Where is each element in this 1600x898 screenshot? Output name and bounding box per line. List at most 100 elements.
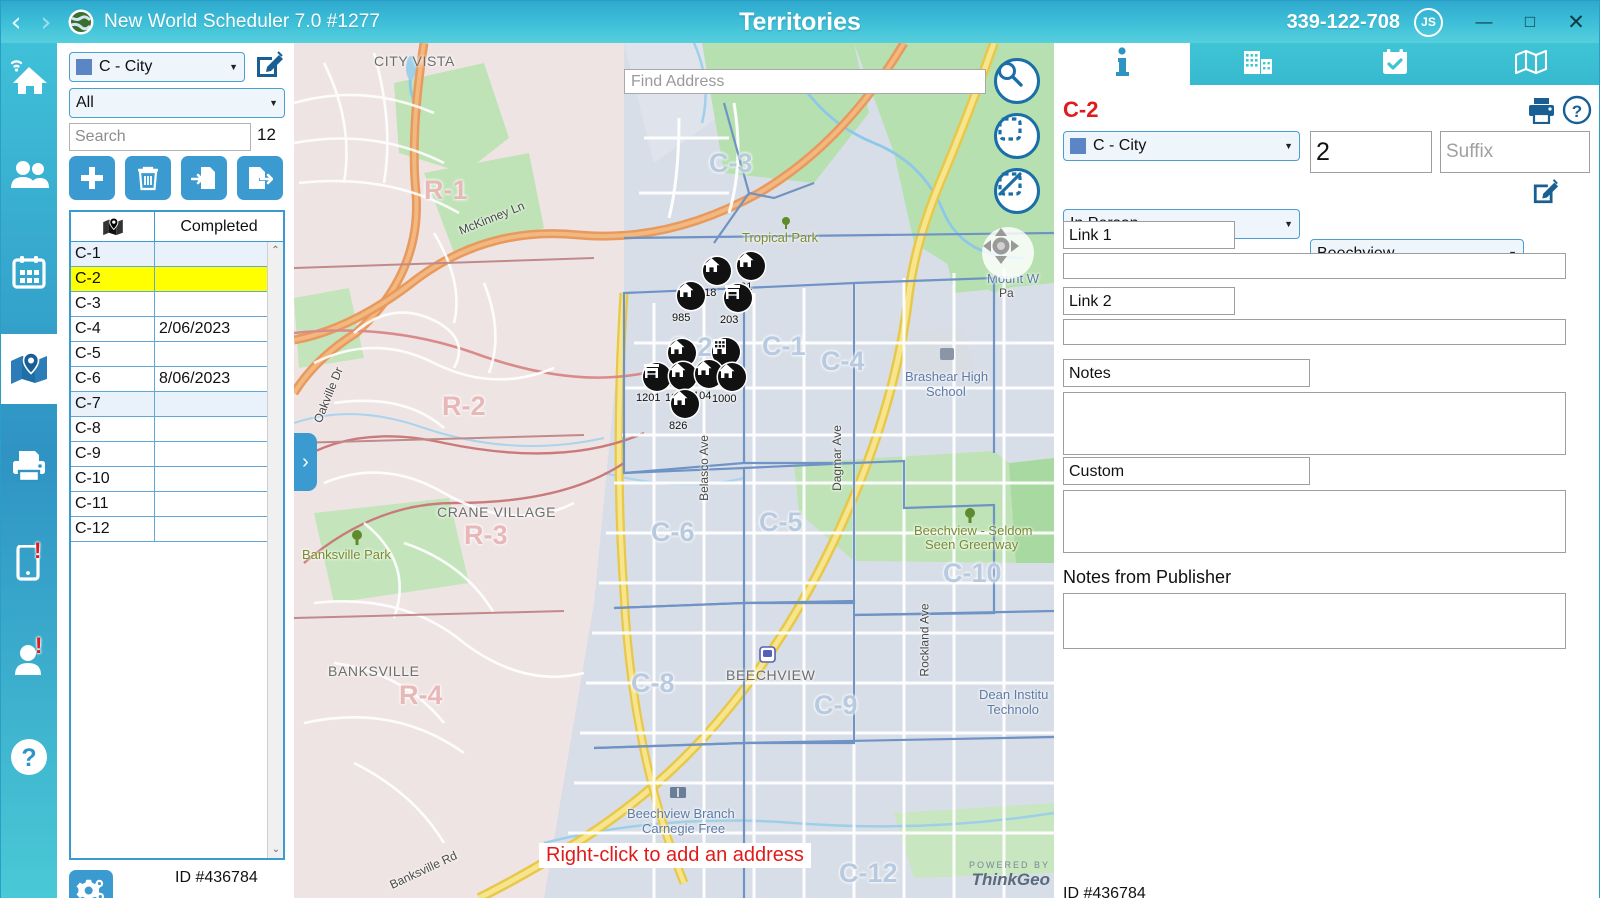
sidebar-item-home[interactable] xyxy=(1,43,57,113)
link2-input[interactable] xyxy=(1063,319,1566,345)
select-area-button[interactable] xyxy=(994,113,1040,159)
table-row[interactable]: C-42/06/2023 xyxy=(71,317,283,342)
map-marker-house[interactable] xyxy=(677,282,705,310)
sidebar-item-schedules[interactable] xyxy=(1,237,57,307)
back-arrow-icon[interactable]: ‹ xyxy=(1,9,31,36)
minimize-button[interactable]: — xyxy=(1461,1,1507,43)
table-row[interactable]: C-9 xyxy=(71,442,283,467)
cell-completed xyxy=(155,492,283,516)
sidebar-item-territories[interactable] xyxy=(1,334,57,404)
maximize-button[interactable]: □ xyxy=(1507,1,1553,43)
tab-schedule[interactable] xyxy=(1327,43,1463,85)
cell-completed: 2/06/2023 xyxy=(155,317,283,341)
notes-label[interactable]: Notes xyxy=(1063,359,1310,387)
territory-group-value: C - City xyxy=(99,58,152,76)
table-row[interactable]: C-3 xyxy=(71,292,283,317)
cell-completed xyxy=(155,517,283,541)
territory-number-input[interactable]: 2 xyxy=(1310,131,1432,173)
scroll-up-arrow-icon[interactable]: ⌃ xyxy=(268,242,283,259)
tab-buildings[interactable] xyxy=(1190,43,1326,85)
link2-label[interactable]: Link 2 xyxy=(1063,287,1235,315)
sidebar-item-mobile[interactable]: ! xyxy=(1,528,57,598)
table-scrollbar[interactable]: ⌃ ⌄ xyxy=(267,242,283,858)
table-row[interactable]: C-2 xyxy=(71,267,283,292)
search-map-button[interactable] xyxy=(994,58,1040,104)
cell-territory: C-7 xyxy=(71,392,155,416)
table-row[interactable]: C-11 xyxy=(71,492,283,517)
scroll-down-arrow-icon[interactable]: ⌄ xyxy=(268,841,284,858)
sidebar-item-publishers[interactable] xyxy=(1,140,57,210)
clear-selection-button[interactable] xyxy=(994,168,1040,214)
cell-territory: C-8 xyxy=(71,417,155,441)
table-row[interactable]: C-5 xyxy=(71,342,283,367)
tab-map[interactable] xyxy=(1463,43,1599,85)
cell-territory: C-10 xyxy=(71,467,155,491)
map-marker-store[interactable] xyxy=(643,363,671,391)
chevron-down-icon: ▼ xyxy=(269,98,278,108)
delete-button[interactable] xyxy=(125,156,171,200)
title-bar: ‹ › New World Scheduler 7.0 #1277 Territ… xyxy=(1,1,1599,43)
cell-territory: C-11 xyxy=(71,492,155,516)
table-row[interactable]: C-68/06/2023 xyxy=(71,367,283,392)
sidebar-item-user[interactable]: ! xyxy=(1,625,57,695)
print-button[interactable] xyxy=(1528,97,1555,129)
help-circle-icon: ? xyxy=(9,737,49,777)
mobile-alert-badge: ! xyxy=(34,538,41,564)
find-address-input[interactable]: Find Address xyxy=(624,69,986,94)
close-button[interactable]: ✕ xyxy=(1553,1,1599,43)
column-header-territory[interactable] xyxy=(71,212,155,241)
table-row[interactable]: C-7 xyxy=(71,392,283,417)
custom-textarea[interactable] xyxy=(1063,490,1566,553)
edit-area-button[interactable] xyxy=(1532,177,1560,210)
custom-label[interactable]: Custom xyxy=(1063,457,1310,485)
territory-color-swatch xyxy=(76,59,92,75)
territory-group-select[interactable]: C - City ▼ xyxy=(69,52,245,82)
printer-icon xyxy=(11,449,47,483)
import-button[interactable] xyxy=(181,156,227,200)
publisher-notes-textarea[interactable] xyxy=(1063,593,1566,649)
map-marker-house[interactable] xyxy=(718,363,746,391)
search-input[interactable]: Search xyxy=(69,123,251,151)
suffix-input[interactable]: Suffix xyxy=(1440,131,1590,173)
map-marker-house[interactable] xyxy=(669,362,697,390)
add-button[interactable] xyxy=(69,156,115,200)
tab-info[interactable] xyxy=(1054,43,1190,85)
filter-select[interactable]: All ▼ xyxy=(69,88,285,118)
map-marker-store[interactable] xyxy=(724,284,752,312)
buildings-icon xyxy=(1243,49,1273,80)
map-hint: Right-click to add an address xyxy=(539,843,811,868)
cell-territory: C-3 xyxy=(71,292,155,316)
map-marker-house[interactable] xyxy=(671,390,699,418)
sidebar-item-print[interactable] xyxy=(1,431,57,501)
table-row[interactable]: C-10 xyxy=(71,467,283,492)
collapse-panel-handle[interactable]: › xyxy=(294,433,317,491)
details-panel: C-2 ? C - City ▼ 2 xyxy=(1054,43,1599,898)
detail-territory-select[interactable]: C - City ▼ xyxy=(1063,131,1300,161)
sidebar-item-help[interactable]: ? xyxy=(1,722,57,792)
svg-text:?: ? xyxy=(1572,102,1582,121)
cell-completed xyxy=(155,267,283,291)
link1-input[interactable] xyxy=(1063,253,1566,279)
table-row[interactable]: C-1 xyxy=(71,242,283,267)
settings-button[interactable] xyxy=(69,870,113,898)
table-row[interactable]: C-12 xyxy=(71,517,283,542)
export-button[interactable] xyxy=(237,156,283,200)
link1-label[interactable]: Link 1 xyxy=(1063,221,1235,249)
chevron-down-icon: ▼ xyxy=(1284,141,1293,151)
cell-completed: 8/06/2023 xyxy=(155,367,283,391)
map-view[interactable]: R-1R-2R-3R-4C-3C-2C-1C-4C-6C-5C-10C-8C-9… xyxy=(294,43,1054,898)
notes-textarea[interactable] xyxy=(1063,392,1566,455)
help-button[interactable]: ? xyxy=(1562,95,1592,130)
pan-control[interactable] xyxy=(982,227,1034,279)
avatar[interactable]: JS xyxy=(1414,8,1443,37)
calendar-check-icon xyxy=(1382,48,1408,80)
map-marker-house[interactable] xyxy=(703,257,731,285)
column-header-completed[interactable]: Completed xyxy=(155,212,283,241)
cell-territory: C-5 xyxy=(71,342,155,366)
edit-territory-button[interactable] xyxy=(255,49,285,79)
info-icon xyxy=(1115,47,1129,82)
cell-completed xyxy=(155,342,283,366)
table-row[interactable]: C-8 xyxy=(71,417,283,442)
forward-arrow-icon[interactable]: › xyxy=(31,9,61,36)
map-marker-house[interactable] xyxy=(737,252,765,280)
